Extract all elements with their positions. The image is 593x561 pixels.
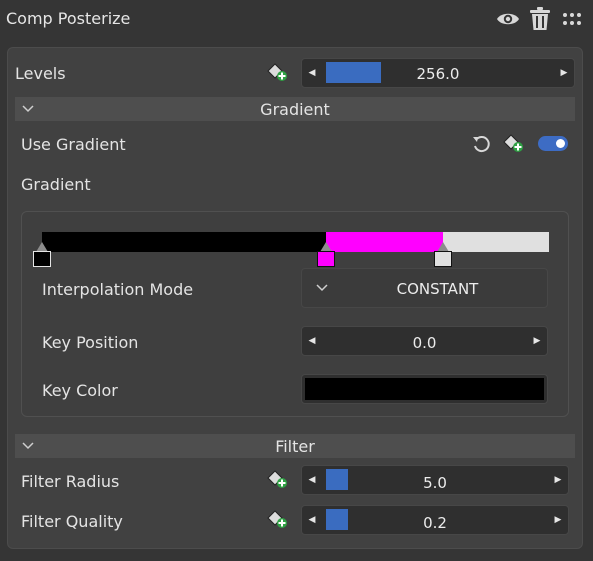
filter-quality-slider[interactable]: ◀ 0.2 ▶ xyxy=(301,505,569,535)
filter-radius-value: 5.0 xyxy=(423,474,447,492)
filter-radius-label: Filter Radius xyxy=(21,472,120,491)
levels-value: 256.0 xyxy=(416,65,460,83)
key-color-label: Key Color xyxy=(42,381,118,400)
interpolation-mode-value: CONSTANT xyxy=(396,280,479,298)
add-keyframe-icon[interactable] xyxy=(503,134,525,154)
gradient-label: Gradient xyxy=(21,175,91,194)
gradient-stop-handle[interactable] xyxy=(434,251,452,267)
panel-title: Comp Posterize xyxy=(6,9,131,28)
key-position-field[interactable]: ◀ 0.0 ▶ xyxy=(301,326,548,356)
levels-slider[interactable]: ◀ 256.0 ▶ xyxy=(301,58,575,88)
filter-radius-slider[interactable]: ◀ 5.0 ▶ xyxy=(301,465,569,495)
add-keyframe-icon[interactable] xyxy=(267,470,289,490)
key-color-field[interactable] xyxy=(301,374,548,404)
gradient-stop-handle[interactable] xyxy=(33,251,51,267)
reset-icon[interactable] xyxy=(471,134,491,154)
filter-quality-value: 0.2 xyxy=(423,514,447,532)
key-position-value: 0.0 xyxy=(412,334,437,352)
add-keyframe-icon[interactable] xyxy=(267,63,289,83)
use-gradient-toggle[interactable] xyxy=(538,136,568,151)
gradient-stop-handle[interactable] xyxy=(317,251,335,267)
filter-section-header[interactable]: Filter xyxy=(15,434,575,458)
key-color-swatch xyxy=(305,378,544,400)
eye-icon[interactable] xyxy=(495,6,521,32)
drag-handle-icon[interactable] xyxy=(560,6,584,32)
filter-quality-label: Filter Quality xyxy=(21,512,123,531)
use-gradient-label: Use Gradient xyxy=(21,135,126,154)
add-keyframe-icon[interactable] xyxy=(267,510,289,530)
gradient-section-header[interactable]: Gradient xyxy=(15,97,575,121)
increment-arrow-icon[interactable]: ▶ xyxy=(551,506,565,534)
toggle-knob xyxy=(556,139,565,148)
gradient-section-title: Gradient xyxy=(260,100,330,119)
interpolation-mode-dropdown[interactable]: CONSTANT xyxy=(301,268,548,308)
gradient-stops xyxy=(33,242,549,270)
filter-section-title: Filter xyxy=(275,437,315,456)
increment-arrow-icon[interactable]: ▶ xyxy=(557,59,571,87)
interpolation-mode-label: Interpolation Mode xyxy=(42,280,194,299)
levels-label: Levels xyxy=(15,64,66,83)
trash-icon[interactable] xyxy=(528,6,552,32)
key-position-label: Key Position xyxy=(42,333,139,352)
increment-arrow-icon[interactable]: ▶ xyxy=(551,466,565,494)
increment-arrow-icon[interactable]: ▶ xyxy=(530,327,544,355)
